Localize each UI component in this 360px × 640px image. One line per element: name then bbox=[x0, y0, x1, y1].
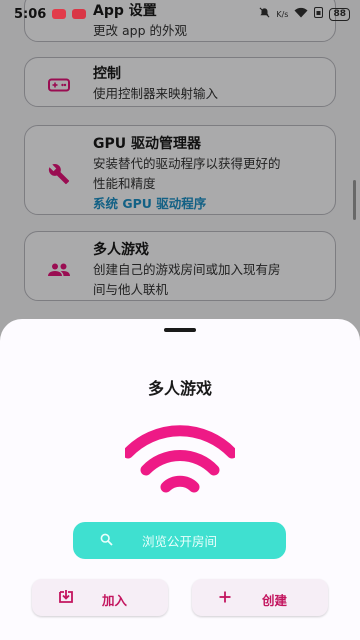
join-button[interactable]: 加入 bbox=[32, 579, 168, 616]
browse-public-rooms-button[interactable]: 浏览公开房间 bbox=[73, 522, 286, 559]
join-label: 加入 bbox=[102, 593, 128, 608]
plus-icon bbox=[218, 590, 232, 607]
create-button[interactable]: 创建 bbox=[192, 579, 328, 616]
wifi-icon bbox=[122, 425, 238, 495]
status-bar: 5:06 K/s 88 bbox=[0, 0, 360, 28]
multiplayer-bottom-sheet: 多人游戏 浏览公开房间 加入 创建 bbox=[0, 319, 360, 640]
join-icon bbox=[58, 590, 74, 607]
create-label: 创建 bbox=[262, 593, 288, 608]
drag-handle[interactable] bbox=[164, 328, 196, 332]
status-time: 5:06 bbox=[14, 6, 47, 22]
notification-icon bbox=[52, 9, 67, 19]
mute-icon bbox=[259, 7, 270, 21]
notification-icon bbox=[72, 9, 87, 19]
battery-indicator: 88 bbox=[329, 7, 350, 21]
browse-button-label: 浏览公开房间 bbox=[141, 535, 217, 549]
sheet-title: 多人游戏 bbox=[147, 379, 212, 398]
network-speed: K/s bbox=[276, 9, 289, 19]
wifi-status-icon bbox=[294, 7, 308, 21]
search-icon bbox=[100, 533, 113, 549]
sim-icon bbox=[314, 7, 324, 21]
